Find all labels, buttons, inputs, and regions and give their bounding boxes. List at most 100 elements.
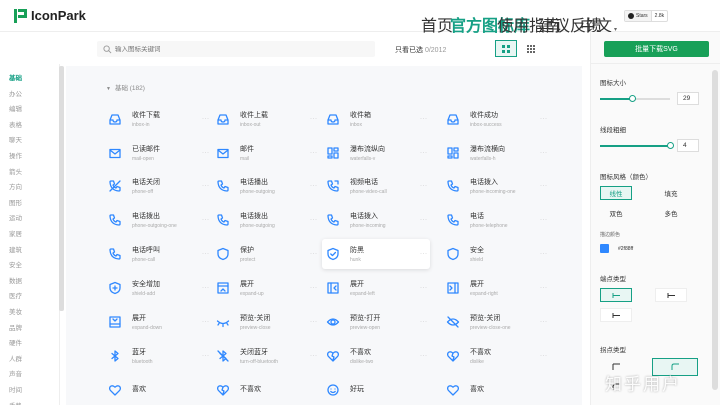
- grid-view-button[interactable]: [495, 40, 517, 57]
- icon-card[interactable]: 展开 expand-down ···: [104, 307, 212, 337]
- sidebar-item-15[interactable]: 美妆: [9, 306, 22, 316]
- panel-scrollbar[interactable]: [712, 70, 718, 390]
- style-outline-option[interactable]: 线性: [600, 186, 632, 200]
- more-options-icon[interactable]: ···: [420, 150, 428, 156]
- size-input[interactable]: 29: [677, 92, 699, 105]
- stroke-slider[interactable]: [600, 142, 674, 149]
- icon-card[interactable]: 不喜欢 dislike-two ···: [322, 341, 430, 371]
- endpoint-butt-option[interactable]: [655, 288, 687, 302]
- sidebar-item-6[interactable]: 箭头: [9, 166, 22, 176]
- more-options-icon[interactable]: ···: [540, 251, 548, 257]
- sidebar-item-12[interactable]: 安全: [9, 259, 22, 269]
- icon-card[interactable]: 电话拨出 phone-outgoing-one ···: [104, 205, 212, 235]
- sidebar-item-0[interactable]: 基础: [9, 72, 22, 82]
- sidebar-item-19[interactable]: 声音: [9, 368, 22, 378]
- size-slider-handle[interactable]: [629, 95, 636, 102]
- more-options-icon[interactable]: ···: [420, 116, 428, 122]
- icon-card[interactable]: 预览-关闭 preview-close ···: [212, 307, 320, 337]
- more-options-icon[interactable]: ···: [420, 285, 428, 291]
- size-slider[interactable]: [600, 95, 670, 102]
- sidebar-scrollbar[interactable]: [59, 66, 64, 311]
- icon-card[interactable]: 喜欢: [442, 375, 550, 405]
- icon-card[interactable]: 展开 expand-left ···: [322, 273, 430, 303]
- sidebar-item-5[interactable]: 操作: [9, 150, 22, 160]
- github-stars-badge[interactable]: Stars 2.8k: [624, 10, 669, 22]
- icon-card[interactable]: 邮件 mail ···: [212, 138, 320, 168]
- icon-card[interactable]: 不喜欢: [212, 375, 320, 405]
- stroke-color-value[interactable]: #2f88ff: [618, 246, 633, 252]
- sidebar-item-7[interactable]: 方向: [9, 181, 22, 191]
- sidebar-item-1[interactable]: 办公: [9, 88, 22, 98]
- icon-card[interactable]: 电话拨入 phone-incoming ···: [322, 205, 430, 235]
- more-options-icon[interactable]: ···: [310, 183, 318, 189]
- more-options-icon[interactable]: ···: [202, 319, 210, 325]
- sidebar-item-4[interactable]: 聊天: [9, 134, 22, 144]
- more-options-icon[interactable]: ···: [420, 319, 428, 325]
- icon-card[interactable]: 瀑布流横向 waterfalls-h ···: [442, 138, 550, 168]
- sidebar-item-3[interactable]: 表格: [9, 119, 22, 129]
- more-options-icon[interactable]: ···: [540, 116, 548, 122]
- icon-card[interactable]: 安全 shield ···: [442, 239, 550, 269]
- more-options-icon[interactable]: ···: [540, 285, 548, 291]
- more-options-icon[interactable]: ···: [202, 116, 210, 122]
- sidebar-item-16[interactable]: 品牌: [9, 322, 22, 332]
- nav-home[interactable]: 首页: [421, 12, 453, 36]
- icon-card[interactable]: 不喜欢 dislike ···: [442, 341, 550, 371]
- more-options-icon[interactable]: ···: [540, 183, 548, 189]
- icon-card[interactable]: 展开 expand-right ···: [442, 273, 550, 303]
- more-options-icon[interactable]: ···: [202, 285, 210, 291]
- icon-card[interactable]: 喜欢: [104, 375, 212, 405]
- stroke-color-swatch[interactable]: [600, 244, 609, 253]
- search-bar[interactable]: [97, 41, 375, 57]
- style-filled-option[interactable]: 填充: [655, 186, 687, 200]
- more-options-icon[interactable]: ···: [202, 217, 210, 223]
- more-options-icon[interactable]: ···: [540, 319, 548, 325]
- icon-card[interactable]: 电话拨出 phone-outgoing ···: [212, 205, 320, 235]
- more-options-icon[interactable]: ···: [202, 251, 210, 257]
- batch-download-svg-button[interactable]: 批量下载SVG: [604, 41, 709, 57]
- icon-card[interactable]: 收件上载 inbox-out ···: [212, 104, 320, 134]
- more-options-icon[interactable]: ···: [420, 251, 428, 257]
- icon-card[interactable]: 瀑布流纵向 waterfalls-v ···: [322, 138, 430, 168]
- icon-card[interactable]: 视频电话 phone-video-call ···: [322, 171, 430, 201]
- icon-card[interactable]: 电话呼叫 phone-call ···: [104, 239, 212, 269]
- icon-card[interactable]: 好玩: [322, 375, 430, 405]
- more-options-icon[interactable]: ···: [202, 353, 210, 359]
- sidebar-item-14[interactable]: 医疗: [9, 290, 22, 300]
- icon-card[interactable]: 电话播出 phone-outgoing ···: [212, 171, 320, 201]
- more-options-icon[interactable]: ···: [310, 116, 318, 122]
- sidebar-item-8[interactable]: 图形: [9, 197, 22, 207]
- icon-card[interactable]: 保护 protect ···: [212, 239, 320, 269]
- sidebar-item-11[interactable]: 建筑: [9, 244, 22, 254]
- more-options-icon[interactable]: ···: [310, 251, 318, 257]
- more-options-icon[interactable]: ···: [310, 353, 318, 359]
- icon-card[interactable]: 收件下载 inbox-in ···: [104, 104, 212, 134]
- icon-card[interactable]: 关闭蓝牙 turn-off-bluetooth ···: [212, 341, 320, 371]
- sidebar-item-13[interactable]: 数据: [9, 275, 22, 285]
- icon-card[interactable]: 电话 phone-telephone ···: [442, 205, 550, 235]
- dense-grid-view-button[interactable]: [520, 40, 542, 57]
- more-options-icon[interactable]: ···: [540, 353, 548, 359]
- more-options-icon[interactable]: ···: [540, 150, 548, 156]
- icon-card[interactable]: 电话关闭 phone-off ···: [104, 171, 212, 201]
- sidebar-item-17[interactable]: 硬件: [9, 337, 22, 347]
- only-selected-filter[interactable]: 只看已选 0/2012: [395, 45, 446, 55]
- icon-card[interactable]: 预览-打开 preview-open ···: [322, 307, 430, 337]
- sidebar-item-2[interactable]: 编辑: [9, 103, 22, 113]
- more-options-icon[interactable]: ···: [310, 150, 318, 156]
- icon-card[interactable]: 已读邮件 mail-open ···: [104, 138, 212, 168]
- endpoint-round-option[interactable]: [600, 288, 632, 302]
- style-two-tone-option[interactable]: 双色: [600, 206, 632, 220]
- stroke-input[interactable]: 4: [677, 139, 699, 152]
- sidebar-item-21[interactable]: 手势: [9, 400, 22, 405]
- sidebar-item-20[interactable]: 时间: [9, 384, 22, 394]
- section-title[interactable]: ▼ 基础 (182): [106, 82, 145, 92]
- sidebar-item-10[interactable]: 家居: [9, 228, 22, 238]
- style-multi-color-option[interactable]: 多色: [655, 206, 687, 220]
- more-options-icon[interactable]: ···: [202, 183, 210, 189]
- more-options-icon[interactable]: ···: [310, 217, 318, 223]
- sidebar-item-18[interactable]: 人群: [9, 353, 22, 363]
- more-options-icon[interactable]: ···: [202, 150, 210, 156]
- icon-card[interactable]: 展开 expand-up ···: [212, 273, 320, 303]
- search-input[interactable]: [115, 45, 355, 53]
